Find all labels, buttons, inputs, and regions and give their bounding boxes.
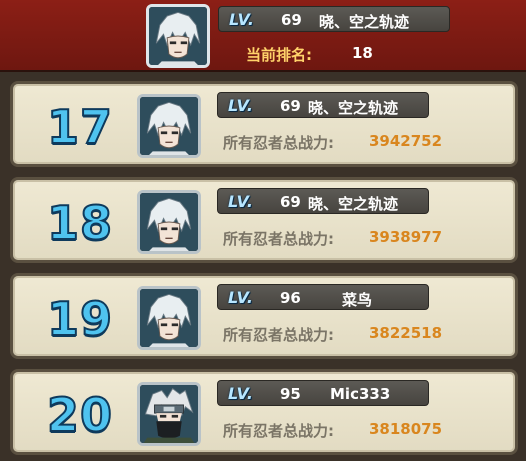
total-power-label: 所有忍者总战力: (223, 230, 334, 248)
row-level-box: LV. 96 菜鸟 (217, 284, 429, 310)
row-player-name: 菜鸟 (342, 291, 373, 309)
row-level-box: LV. 69 晓、空之轨迹 (217, 188, 429, 214)
white-haired-ninja-portrait-icon (140, 193, 198, 251)
ranking-row[interactable]: 18 LV. 69 晓、空之轨迹 所有忍者总战力: 3938977 (10, 177, 518, 263)
row-avatar[interactable] (137, 94, 201, 158)
level-label: LV. (228, 192, 254, 211)
row-level: 95 (280, 385, 301, 403)
rank-number: 20 (46, 387, 113, 443)
current-rank-value: 18 (352, 44, 373, 62)
level-label: LV. (228, 96, 254, 115)
ranking-row[interactable]: 19 LV. 96 菜鸟 所有忍者总战力: 3822518 (10, 273, 518, 359)
ranking-row[interactable]: 20 LV. 95 Mic333 所有忍者总战力: 3818075 (10, 369, 518, 455)
white-haired-ninja-portrait-icon (140, 289, 198, 347)
level-label: LV. (228, 288, 254, 307)
total-power-label: 所有忍者总战力: (223, 134, 334, 152)
ranking-row[interactable]: 17 LV. 69 晓、空之轨迹 所有忍者总战力: 3942752 (10, 81, 518, 167)
total-power-value: 3818075 (369, 420, 443, 438)
rank-number: 19 (46, 291, 113, 347)
total-power-value: 3938977 (369, 228, 443, 246)
row-avatar[interactable] (137, 190, 201, 254)
row-level: 96 (280, 289, 301, 307)
rank-number: 18 (46, 195, 113, 251)
level-label: LV. (228, 384, 254, 403)
white-haired-ninja-portrait-icon (140, 97, 198, 155)
row-level: 69 (280, 97, 301, 115)
player-level: 69 (281, 11, 302, 29)
player-level-box: LV. 69 晓、空之轨迹 (218, 6, 450, 32)
total-power-value: 3942752 (369, 132, 443, 150)
total-power-value: 3822518 (369, 324, 443, 342)
white-haired-ninja-portrait-icon (149, 7, 207, 65)
player-name: 晓、空之轨迹 (319, 13, 410, 31)
row-player-name: Mic333 (330, 385, 391, 403)
rank-number: 17 (46, 99, 113, 155)
total-power-label: 所有忍者总战力: (223, 422, 334, 440)
row-level: 69 (280, 193, 301, 211)
level-label: LV. (229, 10, 255, 29)
current-rank-label: 当前排名: (246, 46, 312, 64)
row-avatar[interactable] (137, 382, 201, 446)
player-avatar[interactable] (146, 4, 210, 68)
total-power-label: 所有忍者总战力: (223, 326, 334, 344)
current-player-header: LV. 69 晓、空之轨迹 当前排名: 18 (0, 0, 526, 72)
row-player-name: 晓、空之轨迹 (308, 99, 399, 117)
row-level-box: LV. 69 晓、空之轨迹 (217, 92, 429, 118)
row-player-name: 晓、空之轨迹 (308, 195, 399, 213)
row-avatar[interactable] (137, 286, 201, 350)
masked-ninja-portrait-icon (140, 385, 198, 443)
row-level-box: LV. 95 Mic333 (217, 380, 429, 406)
